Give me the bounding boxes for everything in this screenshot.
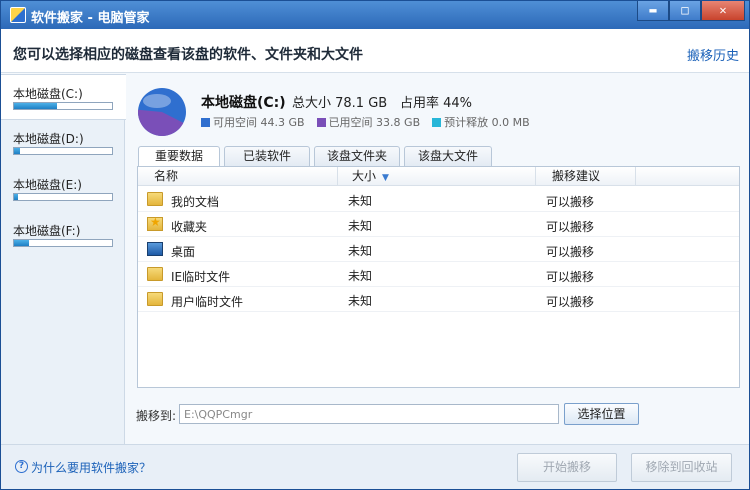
row-name: IE临时文件 [171,270,231,284]
legend-swatch-used [316,117,326,127]
app-window: 软件搬家 - 电脑管家 ▬ □ ✕ 您可以选择相应的磁盘查看该盘的软件、文件夹和… [0,0,750,490]
app-logo-icon [10,7,26,23]
tab-installed-software[interactable]: 已装软件 [224,146,310,167]
disk-usage-bar [13,102,113,110]
legend-free-label: 可用空间 44.3 GB [213,116,305,129]
start-move-button[interactable]: 开始搬移 [517,453,617,482]
sidebar-item-disk-e[interactable]: 本地磁盘(E:) [1,166,125,212]
footer-bar: ? 为什么要用软件搬家？ 开始搬移 移除到回收站 [1,444,749,489]
row-advice: 可以搬移 [546,270,595,284]
disk-usage-bar [13,193,113,201]
disk-usage-fill [14,103,58,109]
disk-sidebar: 本地磁盘(C:) 本地磁盘(D:) 本地磁盘(E:) 本地磁盘(F:) [1,74,126,444]
disk-usage-bar [13,239,113,247]
pie-gloss [143,94,171,108]
column-advice-label: 搬移建议 [552,169,601,183]
folder-icon [147,267,163,281]
disk-usage-rate: 占用率 44% [400,96,473,111]
row-size: 未知 [348,269,373,283]
disk-usage-fill [14,194,18,200]
help-icon[interactable]: ? [15,460,28,473]
table-row[interactable]: IE临时文件 未知 可以搬移 [138,262,739,287]
folder-icon [147,292,163,306]
row-advice: 可以搬移 [546,220,595,234]
column-header-name[interactable]: 名称 [138,167,338,186]
legend-release-label: 预计释放 0.0 MB [444,116,530,129]
column-header-size[interactable]: 大小 ▼ [338,167,536,186]
tab-important-data[interactable]: 重要数据 [138,146,220,168]
disk-label: 本地磁盘(E:) [13,178,82,192]
disk-name: 本地磁盘(C:) [201,95,286,111]
row-name: 我的文档 [171,195,220,209]
title-bar[interactable]: 软件搬家 - 电脑管家 ▬ □ ✕ [1,1,749,29]
legend-free: 可用空间 44.3 GB [201,114,305,130]
legend-used: 已用空间 33.8 GB [316,114,421,130]
window-controls: ▬ □ ✕ [637,1,745,21]
page-header: 您可以选择相应的磁盘查看该盘的软件、文件夹和大文件 搬移历史 [1,29,749,73]
legend-swatch-free [201,117,210,127]
content-tabs: 重要数据 已装软件 该盘文件夹 该盘大文件 [138,146,738,168]
move-history-link[interactable]: 搬移历史 [687,45,739,64]
disk-label: 本地磁盘(D:) [13,132,84,146]
table-row[interactable]: 用户临时文件 未知 可以搬移 [138,287,739,312]
window-title: 软件搬家 - 电脑管家 [31,11,150,26]
sidebar-item-disk-d[interactable]: 本地磁盘(D:) [1,120,125,166]
row-size: 未知 [348,194,373,208]
tab-disk-folders[interactable]: 该盘文件夹 [314,146,400,167]
disk-legend: 可用空间 44.3 GB 已用空间 33.8 GB 预计释放 0.0 MB [201,114,530,130]
disk-usage-pie [138,88,186,137]
row-size: 未知 [348,244,373,258]
legend-release: 预计释放 0.0 MB [432,114,530,130]
disk-label: 本地磁盘(C:) [13,87,83,101]
disk-label: 本地磁盘(F:) [13,224,81,238]
row-size: 未知 [348,294,373,308]
move-to-recycle-button[interactable]: 移除到回收站 [631,453,732,482]
sidebar-item-disk-c[interactable]: 本地磁盘(C:) [1,74,126,120]
row-advice: 可以搬移 [546,195,595,209]
disk-total-size: 总大小 78.1 GB [292,96,388,111]
list-header: 名称 大小 ▼ 搬移建议 [138,167,739,186]
why-use-link[interactable]: 为什么要用软件搬家？ [31,459,151,476]
disk-usage-fill [14,240,29,246]
maximize-button[interactable]: □ [669,1,701,21]
row-name: 收藏夹 [171,220,208,234]
tab-large-files[interactable]: 该盘大文件 [404,146,492,167]
sidebar-item-disk-f[interactable]: 本地磁盘(F:) [1,212,125,258]
table-row[interactable]: 收藏夹 未知 可以搬移 [138,212,739,237]
choose-location-button[interactable]: 选择位置 [564,403,639,425]
legend-swatch-release [432,117,442,127]
folder-icon [147,192,163,206]
table-row[interactable]: 我的文档 未知 可以搬移 [138,187,739,212]
target-label: 搬移到: [136,409,177,423]
row-advice: 可以搬移 [546,245,595,259]
close-button[interactable]: ✕ [701,1,745,21]
favorites-icon [147,215,163,231]
row-size: 未知 [348,219,373,233]
page-instruction: 您可以选择相应的磁盘查看该盘的软件、文件夹和大文件 [13,47,363,63]
table-row[interactable]: 桌面 未知 可以搬移 [138,237,739,262]
file-list: 名称 大小 ▼ 搬移建议 我的文档 未知 可以搬移 收藏夹 未知 可以搬移 桌面 … [137,166,740,388]
sort-down-icon: ▼ [382,173,389,183]
disk-usage-fill [14,148,20,154]
disk-usage-bar [13,147,113,155]
row-name: 桌面 [171,245,196,259]
minimize-button[interactable]: ▬ [637,1,669,21]
desktop-icon [147,242,163,256]
column-size-label: 大小 [352,169,377,183]
legend-used-label: 已用空间 33.8 GB [328,116,421,129]
column-header-advice[interactable]: 搬移建议 [536,167,636,186]
row-name: 用户临时文件 [171,295,244,309]
row-advice: 可以搬移 [546,295,595,309]
target-path-input[interactable] [179,404,559,424]
column-name-label: 名称 [154,169,179,183]
main-panel: 本地磁盘(C:) 总大小 78.1 GB 占用率 44% 可用空间 44.3 G… [126,74,749,444]
